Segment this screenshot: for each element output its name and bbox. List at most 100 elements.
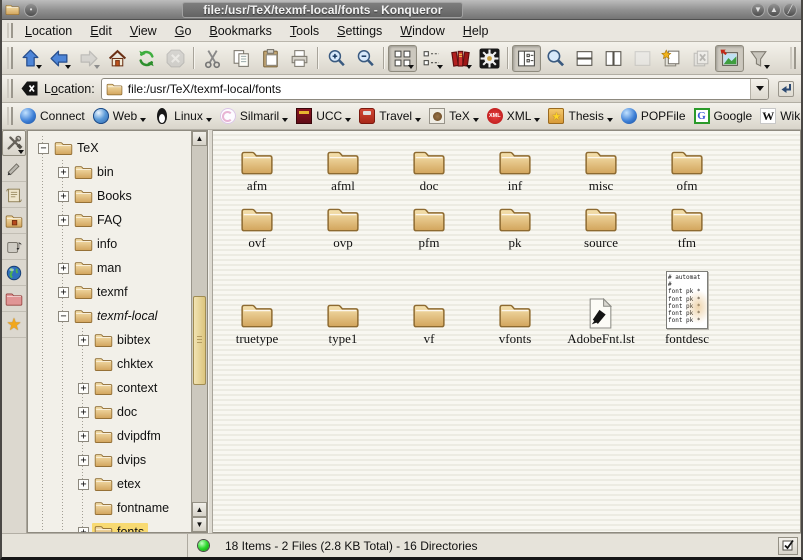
tree-row[interactable]: Books bbox=[28, 184, 191, 208]
tree-scroll-down-button[interactable]: ▼ bbox=[192, 517, 207, 532]
sidebar-pen-icon[interactable] bbox=[2, 156, 26, 182]
forward-button[interactable] bbox=[74, 45, 103, 72]
zoom-out-button[interactable] bbox=[351, 45, 380, 72]
file-item[interactable]: # automat # font pk * font pk * font pk … bbox=[236, 301, 279, 347]
tree-scroll-thumb[interactable] bbox=[193, 296, 206, 385]
stop-button[interactable] bbox=[161, 45, 190, 72]
location-toolbar-handle[interactable] bbox=[7, 79, 13, 98]
sidebar-home-folder-icon[interactable] bbox=[2, 208, 26, 234]
file-item[interactable]: # automat # font pk * font pk * font pk … bbox=[584, 205, 618, 251]
split-top-bottom-button[interactable] bbox=[570, 45, 599, 72]
tree-expander[interactable] bbox=[78, 383, 89, 394]
find-button[interactable] bbox=[541, 45, 570, 72]
tree-row[interactable]: bibtex bbox=[28, 328, 191, 352]
tree-expander[interactable] bbox=[58, 215, 69, 226]
file-item[interactable]: # automat # font pk * font pk * font pk … bbox=[412, 301, 446, 347]
tree-expander[interactable] bbox=[78, 455, 89, 466]
file-item[interactable]: # automat # font pk * font pk * font pk … bbox=[412, 205, 446, 251]
icon-view-dropdown-arrow[interactable] bbox=[408, 65, 414, 69]
file-item[interactable]: # automat # font pk * font pk * font pk … bbox=[584, 148, 618, 194]
file-item[interactable]: # automat # font pk * font pk * font pk … bbox=[326, 205, 360, 251]
bookmark-books-button[interactable] bbox=[446, 45, 475, 72]
back-dropdown-arrow[interactable] bbox=[65, 65, 71, 69]
menu-item[interactable]: Edit bbox=[81, 22, 121, 40]
remove-view-button[interactable] bbox=[628, 45, 657, 72]
tree-row[interactable]: fonts bbox=[28, 520, 191, 532]
tree-expander[interactable] bbox=[78, 431, 89, 442]
tree-expander[interactable] bbox=[58, 263, 69, 274]
tree-row[interactable]: dvips bbox=[28, 448, 191, 472]
tree-row[interactable]: texmf-local bbox=[28, 304, 191, 328]
tree-row[interactable]: bin bbox=[28, 160, 191, 184]
tree-row[interactable]: context bbox=[28, 376, 191, 400]
tree-expander[interactable] bbox=[78, 407, 89, 418]
toolbar-end-handle[interactable] bbox=[790, 47, 796, 69]
menubar-handle[interactable] bbox=[7, 23, 13, 38]
menu-item[interactable]: Tools bbox=[281, 22, 328, 40]
bookmarks-toolbar-handle[interactable] bbox=[7, 107, 13, 125]
minimize-button[interactable]: ▼ bbox=[751, 3, 765, 17]
bookmark-item[interactable]: Connect bbox=[16, 106, 89, 126]
tree-scroll-up-button[interactable]: ▲ bbox=[192, 131, 207, 146]
bookmark-item[interactable]: Travel bbox=[355, 106, 425, 126]
file-item[interactable]: # automat # font pk * font pk * font pk … bbox=[670, 205, 704, 251]
up-button[interactable] bbox=[16, 45, 45, 72]
zoom-in-button[interactable] bbox=[322, 45, 351, 72]
tree-scrollbar[interactable]: ▲ ▲ ▼ bbox=[191, 131, 207, 532]
forward-dropdown-arrow[interactable] bbox=[94, 65, 100, 69]
sidebar-history-scroll-icon[interactable] bbox=[2, 182, 26, 208]
file-item[interactable]: # automat # font pk * font pk * font pk … bbox=[498, 301, 532, 347]
toolbar-handle[interactable] bbox=[7, 47, 13, 69]
tree-row[interactable]: FAQ bbox=[28, 208, 191, 232]
cut-button[interactable] bbox=[198, 45, 227, 72]
sidebar-bookmarks-star-icon[interactable]: ★ bbox=[2, 312, 26, 338]
menu-item[interactable]: Location bbox=[16, 22, 81, 40]
bookmark-item[interactable]: POPFile bbox=[617, 106, 690, 126]
tree-expander[interactable] bbox=[58, 311, 69, 322]
tree-expander[interactable] bbox=[58, 167, 69, 178]
file-item[interactable]: # automat # font pk * font pk * font pk … bbox=[498, 148, 532, 194]
file-item[interactable]: # automat # font pk * font pk * font pk … bbox=[326, 301, 360, 347]
tree-expander[interactable] bbox=[78, 479, 89, 490]
file-item[interactable]: # automat # font pk * font pk * font pk … bbox=[412, 148, 446, 194]
tree-row[interactable]: info bbox=[28, 232, 191, 256]
tree-row[interactable]: man bbox=[28, 256, 191, 280]
file-item[interactable]: # automat # font pk * font pk * font pk … bbox=[670, 148, 704, 194]
window-menu-button[interactable]: • bbox=[24, 3, 38, 17]
file-item[interactable]: # automat # font pk * font pk * font pk … bbox=[498, 205, 532, 251]
menu-item[interactable]: Settings bbox=[328, 22, 391, 40]
file-item[interactable]: # automat # font pk * font pk * font pk … bbox=[665, 271, 709, 347]
sidebar-network-globe-icon[interactable] bbox=[2, 260, 26, 286]
sidebar-configure-button[interactable] bbox=[2, 130, 26, 156]
paste-button[interactable] bbox=[256, 45, 285, 72]
split-left-right-button[interactable] bbox=[599, 45, 628, 72]
tree-expander[interactable] bbox=[58, 287, 69, 298]
tree-expander[interactable] bbox=[38, 143, 49, 154]
multicolumn-view-dropdown-arrow[interactable] bbox=[437, 65, 443, 69]
print-button[interactable] bbox=[285, 45, 314, 72]
close-tab-button[interactable] bbox=[686, 45, 715, 72]
maximize-button[interactable]: ▲ bbox=[767, 3, 781, 17]
location-input[interactable]: file:/usr/TeX/texmf-local/fonts bbox=[101, 78, 769, 100]
home-button[interactable] bbox=[103, 45, 132, 72]
filter-button[interactable] bbox=[744, 45, 773, 72]
back-button[interactable] bbox=[45, 45, 74, 72]
menu-item[interactable]: Go bbox=[166, 22, 201, 40]
bookmark-books-dropdown-arrow[interactable] bbox=[466, 65, 472, 69]
filter-dropdown-arrow[interactable] bbox=[764, 65, 770, 69]
clear-location-icon[interactable] bbox=[16, 77, 42, 101]
menu-item[interactable]: View bbox=[121, 22, 166, 40]
file-item[interactable]: # automat # font pk * font pk * font pk … bbox=[240, 148, 274, 194]
bookmark-item[interactable]: Google bbox=[690, 106, 757, 126]
bookmark-item[interactable]: Wikipedia bbox=[756, 106, 803, 126]
reload-button[interactable] bbox=[132, 45, 161, 72]
sidebar-root-folder-icon[interactable] bbox=[2, 286, 26, 312]
multicolumn-view-button[interactable] bbox=[417, 45, 446, 72]
file-item[interactable]: # automat # font pk * font pk * font pk … bbox=[326, 148, 360, 194]
tree-scroll-track[interactable] bbox=[192, 146, 207, 502]
file-item[interactable]: # automat # font pk * font pk * font pk … bbox=[567, 298, 635, 347]
new-tab-button[interactable] bbox=[657, 45, 686, 72]
tree-expander[interactable] bbox=[78, 335, 89, 346]
view-link-checkbox-button[interactable] bbox=[778, 537, 798, 555]
tree-row[interactable]: TeX bbox=[28, 136, 191, 160]
